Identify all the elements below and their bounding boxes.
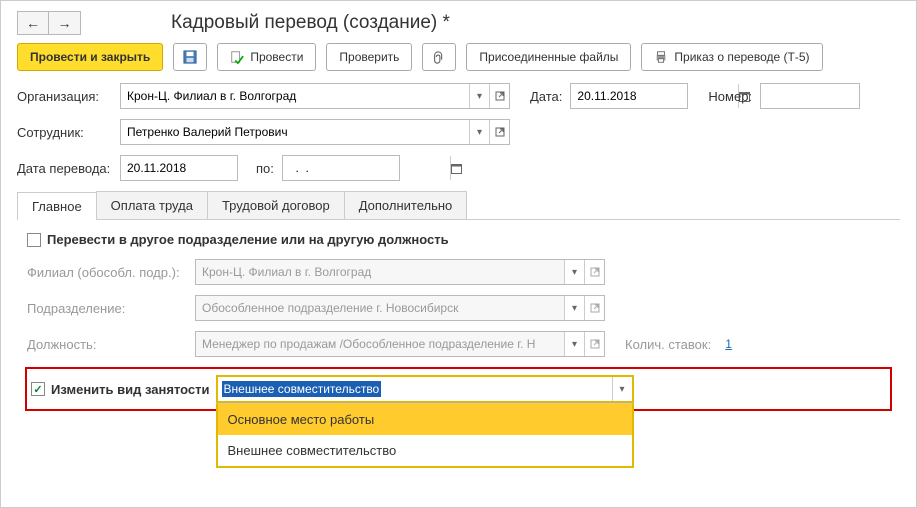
branch-label: Филиал (обособл. подр.): (27, 265, 187, 280)
move-checkbox-row[interactable]: Перевести в другое подразделение или на … (27, 232, 890, 247)
tabs: Главное Оплата труда Трудовой договор До… (17, 191, 900, 220)
org-label: Организация: (17, 89, 112, 104)
emp-type-option[interactable]: Основное место работы (218, 404, 632, 435)
dropdown-icon[interactable]: ▾ (469, 84, 489, 108)
to-date-field[interactable] (282, 155, 400, 181)
emp-type-dropdown[interactable]: Внешнее совместительство ▾ Основное мест… (216, 375, 634, 403)
emp-type-option[interactable]: Внешнее совместительство (218, 435, 632, 466)
forward-button[interactable]: → (49, 11, 81, 35)
tab-content-main: Перевести в другое подразделение или на … (17, 220, 900, 471)
external-icon (495, 127, 505, 137)
dropdown-icon: ▾ (564, 260, 584, 284)
rates-label: Колич. ставок: (625, 337, 711, 352)
change-emp-type-label: Изменить вид занятости (51, 382, 210, 397)
calendar-svg (451, 163, 462, 174)
branch-field: ▾ (195, 259, 605, 285)
dept-field: ▾ (195, 295, 605, 321)
employee-label: Сотрудник: (17, 125, 112, 140)
dropdown-icon[interactable]: ▾ (612, 377, 632, 401)
open-icon[interactable] (489, 120, 509, 144)
external-icon (590, 303, 600, 313)
printer-icon (654, 50, 668, 64)
save-button[interactable] (173, 43, 207, 71)
paperclip-icon (432, 50, 446, 64)
number-input[interactable] (761, 89, 917, 103)
document-window: ← → Кадровый перевод (создание) * Провес… (0, 0, 917, 508)
external-icon (590, 339, 600, 349)
post-icon (230, 50, 244, 64)
number-label: Номер: (708, 89, 752, 104)
back-button[interactable]: ← (17, 11, 49, 35)
org-input[interactable] (121, 89, 469, 103)
dropdown-icon: ▾ (564, 332, 584, 356)
move-checkbox[interactable] (27, 233, 41, 247)
emp-type-list: Основное место работы Внешнее совместите… (216, 403, 634, 468)
dept-label: Подразделение: (27, 301, 187, 316)
post-and-close-button[interactable]: Провести и закрыть (17, 43, 163, 71)
post-button[interactable]: Провести (217, 43, 316, 71)
dept-input (196, 301, 564, 315)
employee-input[interactable] (121, 125, 469, 139)
to-date-input[interactable] (283, 161, 450, 175)
toolbar: Провести и закрыть Провести Проверить Пр… (17, 43, 900, 71)
position-field: ▾ (195, 331, 605, 357)
rates-link[interactable]: 1 (725, 337, 732, 351)
open-icon (584, 296, 604, 320)
dropdown-icon: ▾ (564, 296, 584, 320)
open-icon (584, 332, 604, 356)
transfer-date-field[interactable] (120, 155, 238, 181)
calendar-icon[interactable] (450, 156, 462, 180)
post-label: Провести (250, 50, 303, 64)
transfer-date-label: Дата перевода: (17, 161, 112, 176)
to-label: по: (256, 161, 274, 176)
open-icon (584, 260, 604, 284)
page-title: Кадровый перевод (создание) * (171, 12, 450, 34)
branch-input (196, 265, 564, 279)
emp-type-selected: Внешнее совместительство (222, 381, 382, 397)
tab-pay[interactable]: Оплата труда (96, 191, 208, 219)
attached-files-button[interactable]: Присоединенные файлы (466, 43, 631, 71)
highlight-box: Изменить вид занятости Внешнее совместит… (25, 367, 892, 411)
external-icon (590, 267, 600, 277)
position-input (196, 337, 564, 351)
number-field[interactable] (760, 83, 860, 109)
employee-field[interactable]: ▾ (120, 119, 510, 145)
external-icon (495, 91, 505, 101)
org-field[interactable]: ▾ (120, 83, 510, 109)
tab-main[interactable]: Главное (17, 192, 97, 220)
tab-extra[interactable]: Дополнительно (344, 191, 468, 219)
open-icon[interactable] (489, 84, 509, 108)
change-emp-type-row[interactable]: Изменить вид занятости (31, 382, 210, 397)
floppy-icon (183, 50, 197, 64)
dropdown-icon[interactable]: ▾ (469, 120, 489, 144)
position-label: Должность: (27, 337, 187, 352)
date-label: Дата: (530, 89, 562, 104)
date-field[interactable] (570, 83, 688, 109)
move-checkbox-label: Перевести в другое подразделение или на … (47, 232, 449, 247)
nav-row: ← → Кадровый перевод (создание) * (17, 11, 900, 35)
check-button[interactable]: Проверить (326, 43, 412, 71)
print-order-label: Приказ о переводе (Т-5) (674, 50, 809, 64)
attach-button[interactable] (422, 43, 456, 71)
tab-contract[interactable]: Трудовой договор (207, 191, 345, 219)
print-order-button[interactable]: Приказ о переводе (Т-5) (641, 43, 822, 71)
change-emp-type-checkbox[interactable] (31, 382, 45, 396)
